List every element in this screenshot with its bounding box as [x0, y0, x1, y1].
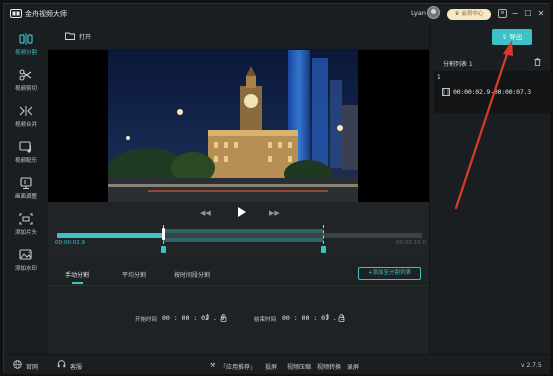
folder-icon [65, 32, 75, 40]
sidebar-item-add-intro[interactable]: 添加片头 [4, 209, 48, 243]
sidebar-item-label: 添加片头 [14, 230, 37, 236]
segment-end-handle[interactable] [321, 246, 327, 253]
video-compress-link[interactable]: 视频压缩 [287, 362, 311, 371]
lock-icon[interactable] [220, 314, 227, 322]
sidebar-item-label: 添加水印 [14, 266, 37, 272]
segment-index: 1 [437, 74, 441, 81]
add-to-split-list-button[interactable]: +添加至分割列表 [358, 267, 421, 280]
bottom-bar: 官网 客服 ⚒ 「应用推荐」 投屏 视频压缩 视频转换 录屏 v 2.7.5 [4, 354, 550, 374]
end-time-label: 结束时间 [254, 317, 277, 323]
sidebar-item-label: 视频合并 [14, 122, 37, 128]
app-recommend-link[interactable]: 「应用推荐」 [220, 362, 256, 371]
minimize-icon[interactable]: − [510, 8, 520, 18]
maximize-icon[interactable]: ☐ [523, 8, 533, 18]
sidebar-item-video-split[interactable]: 视频分割 [4, 29, 48, 63]
support-icon [57, 360, 66, 368]
globe-icon [13, 360, 22, 369]
current-time: 00:00:02.9 [55, 240, 85, 246]
lock-icon[interactable] [338, 314, 345, 322]
tab-manual-split[interactable]: 手动分割 [65, 270, 89, 279]
scissors-icon [19, 69, 32, 81]
vip-center-label: 会员中心 [461, 11, 484, 17]
timeline-progress [57, 233, 163, 238]
music-icon [19, 141, 31, 153]
export-button[interactable]: ⇪ 导出 [492, 29, 532, 45]
play-icon[interactable] [235, 206, 247, 218]
end-time-stepper[interactable]: ▲ ▼ [325, 313, 330, 322]
adjust-icon [20, 177, 32, 189]
intro-icon [19, 213, 33, 225]
app-logo-icon [10, 9, 22, 18]
sidebar-item-label: 视频配乐 [14, 158, 37, 164]
split-settings-panel: 手动分割 平均分割 按时间段分割 +添加至分割列表 开始时间 00 : 00 :… [48, 262, 429, 354]
end-time: 00:00:10.0 [396, 240, 426, 246]
playhead[interactable] [161, 228, 165, 240]
wrench-icon: ⚒ [210, 362, 216, 369]
window-controls: ≡ − ☐ ✕ [498, 7, 546, 19]
video-frame [108, 50, 358, 202]
video-convert-link[interactable]: 视频转换 [317, 362, 341, 371]
rewind-icon[interactable]: ◀◀ [200, 209, 211, 217]
sidebar-item-video-cut[interactable]: 视频剪切 [4, 65, 48, 99]
sidebar-item-video-merge[interactable]: 视频合并 [4, 101, 48, 135]
sidebar-item-label: 画面调整 [14, 194, 37, 200]
start-time-label: 开始时间 [135, 317, 158, 323]
sidebar-item-label: 视频分割 [14, 50, 37, 56]
chevron-down-icon[interactable]: ▼ [325, 317, 330, 321]
website-link[interactable]: 官网 [26, 362, 38, 371]
start-time-stepper[interactable]: ▲ ▼ [205, 313, 210, 322]
segment-range-text: 00:00:02.9-00:00:07.3 [453, 88, 531, 96]
sidebar: 视频分割 视频剪切 视频合并 视频配乐 画面调整 添加片头 + 添加水印 [4, 23, 48, 354]
active-tab-indicator [72, 282, 83, 284]
video-player[interactable] [48, 50, 429, 202]
tab-average-split[interactable]: 平均分割 [122, 270, 146, 279]
svg-text:+: + [28, 250, 31, 255]
avatar[interactable] [427, 6, 440, 19]
user-name[interactable]: Lyan [411, 9, 426, 17]
toolbar: 打开 [48, 23, 429, 50]
split-list-panel: ⇪ 导出 分割列表 1 1 00:00:02.9-00:00:07.3 [429, 23, 551, 354]
sidebar-item-picture-adjust[interactable]: 画面调整 [4, 173, 48, 207]
open-label: 打开 [79, 34, 92, 41]
app-title: 金舟视频大师 [25, 10, 67, 18]
split-list-title: 分割列表 1 [443, 61, 473, 68]
support-link[interactable]: 客服 [70, 362, 82, 371]
divider [48, 285, 429, 286]
watermark-icon: + [19, 249, 32, 260]
vip-center-button[interactable]: ♛ 会员中心 [447, 9, 491, 20]
sidebar-item-video-music[interactable]: 视频配乐 [4, 137, 48, 171]
end-time-input[interactable]: 00 : 00 : 07 . 3 [282, 314, 345, 322]
sidebar-item-add-watermark[interactable]: + 添加水印 [4, 245, 48, 279]
title-bar: 金舟视频大师 Lyan ♛ 会员中心 ≡ − ☐ ✕ [4, 4, 550, 23]
version-label: v 2.7.5 [521, 362, 542, 369]
screen-record-link[interactable]: 录屏 [347, 362, 359, 371]
tab-time-range-split[interactable]: 按时间段分割 [174, 270, 210, 279]
timeline-track[interactable] [57, 233, 422, 238]
app-window: 金舟视频大师 Lyan ♛ 会员中心 ≡ − ☐ ✕ 视频分割 视频剪切 视频合… [3, 3, 551, 374]
sidebar-item-label: 视频剪切 [14, 86, 37, 92]
chevron-down-icon[interactable]: ▼ [205, 317, 210, 321]
screen-cast-link[interactable]: 投屏 [265, 362, 277, 371]
trash-icon[interactable] [534, 58, 541, 66]
start-time-input[interactable]: 00 : 00 : 02 . 9 [162, 314, 225, 322]
export-label: 导出 [509, 33, 523, 41]
fast-forward-icon[interactable]: ▶▶ [269, 209, 280, 217]
split-list: 1 00:00:02.9-00:00:07.3 [434, 71, 551, 113]
playback-controls: ◀◀ ▶▶ 00:00:02.9 00:00:10.0 [48, 202, 429, 262]
split-icon [19, 33, 33, 45]
segment-start-handle[interactable] [160, 246, 166, 253]
merge-icon [19, 106, 33, 116]
close-icon[interactable]: ✕ [536, 8, 546, 18]
film-icon [442, 88, 450, 96]
menu-icon[interactable]: ≡ [498, 8, 507, 18]
